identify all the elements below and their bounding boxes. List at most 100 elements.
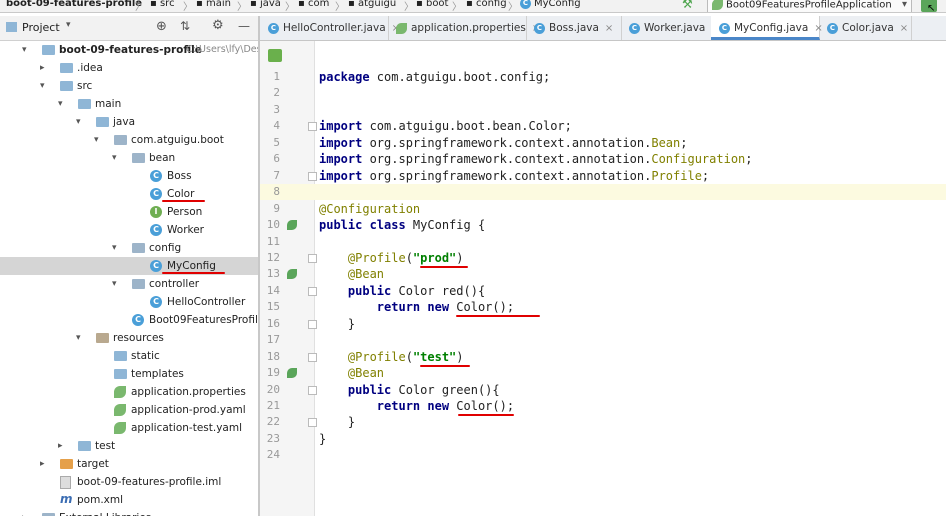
chevron-down-icon[interactable]: ▾ — [76, 113, 81, 131]
code-line[interactable]: 6 import org.springframework.context.anno… — [260, 151, 946, 167]
breadcrumb-java[interactable]: ▪ java — [250, 0, 281, 11]
code-line[interactable]: 14 public Color red(){ — [260, 283, 946, 299]
spring-bean-gutter-icon[interactable] — [287, 220, 297, 231]
tree-item[interactable]: ▸ .idea — [0, 59, 258, 77]
tree-item[interactable]: m pom.xml — [0, 491, 258, 509]
tree-item[interactable]: C Boot09FeaturesProfileAppl — [0, 311, 258, 329]
run-configuration-select[interactable]: Boot09FeaturesProfileApplication ▾ — [707, 0, 912, 12]
collapse-all-icon[interactable]: ⇅ — [180, 19, 190, 33]
tree-item[interactable]: application.properties — [0, 383, 258, 401]
code-editor[interactable]: 1 package com.atguigu.boot.config; 2 3 4 impo… — [260, 41, 946, 516]
code-line[interactable]: 15 return new Color(); — [260, 299, 946, 315]
editor-tab[interactable]: C Boss.java × — [526, 16, 622, 40]
fold-marker-icon[interactable] — [308, 352, 317, 362]
breadcrumb-myconfig[interactable]: C MyConfig — [520, 0, 581, 11]
editor-tab[interactable]: CWorker.java× — [621, 16, 720, 40]
code-line[interactable]: 11 — [260, 234, 946, 250]
breadcrumb-main[interactable]: ▪ main — [196, 0, 231, 11]
code-line[interactable]: 12 @Profile("prod") — [260, 250, 946, 266]
chevron-down-icon[interactable]: ▾ — [94, 131, 99, 149]
tree-item[interactable]: ▸ External Libraries — [0, 509, 258, 516]
build-hammer-icon[interactable]: ⚒ — [682, 0, 693, 11]
fold-marker-icon[interactable] — [308, 418, 317, 428]
breadcrumb-atguigu[interactable]: ▪ atguigu — [348, 0, 396, 11]
code-line[interactable]: 10 public class MyConfig { — [260, 217, 946, 233]
code-line[interactable]: 20 public Color green(){ — [260, 382, 946, 398]
fold-marker-icon[interactable] — [308, 253, 317, 263]
tree-item[interactable]: ▾ java — [0, 113, 258, 131]
fold-marker-icon[interactable] — [308, 385, 317, 395]
chevron-down-icon[interactable]: ▾ — [76, 329, 81, 347]
gear-icon[interactable]: ⚙ — [212, 18, 224, 33]
spring-bean-gutter-icon[interactable] — [287, 269, 297, 280]
project-view-title[interactable]: Project — [22, 21, 60, 34]
code-line[interactable]: 5 import org.springframework.context.anno… — [260, 135, 946, 151]
tree-item[interactable]: ▾ controller — [0, 275, 258, 293]
tree-item[interactable]: ▾ bean — [0, 149, 258, 167]
chevron-down-icon[interactable]: ▾ — [66, 20, 71, 30]
chevron-right-icon[interactable]: ▸ — [40, 59, 45, 77]
tree-item[interactable]: application-test.yaml — [0, 419, 258, 437]
tree-item[interactable]: ▾ boot-09-features-profile C:\Users\lfy\De… — [0, 41, 258, 59]
chevron-right-icon[interactable]: ▸ — [40, 455, 45, 473]
tree-item[interactable]: ▾ resources — [0, 329, 258, 347]
code-line[interactable]: 4 import com.atguigu.boot.bean.Color; — [260, 118, 946, 134]
tree-item[interactable]: ▾ config — [0, 239, 258, 257]
spring-bean-gutter-icon[interactable] — [287, 368, 297, 379]
breadcrumb-config[interactable]: ▪ config — [466, 0, 507, 11]
code-line[interactable]: 24 — [260, 447, 946, 463]
tree-item[interactable]: ▾ com.atguigu.boot — [0, 131, 258, 149]
code-line[interactable]: 22 } — [260, 414, 946, 430]
minimize-icon[interactable]: — — [238, 19, 250, 33]
tree-item[interactable]: ▸ target — [0, 455, 258, 473]
code-line[interactable]: 18 @Profile("test") — [260, 349, 946, 365]
chevron-down-icon[interactable]: ▾ — [112, 149, 117, 167]
code-line[interactable]: 2 — [260, 85, 946, 101]
editor-tab[interactable]: C Color.java × — [819, 16, 912, 40]
tree-item[interactable]: application-prod.yaml — [0, 401, 258, 419]
tree-item[interactable]: ▾ src — [0, 77, 258, 95]
tree-item[interactable]: static — [0, 347, 258, 365]
breadcrumb-project[interactable]: boot-09-features-profile — [6, 0, 142, 11]
close-icon[interactable]: × — [605, 23, 613, 34]
chevron-right-icon[interactable]: ▸ — [58, 437, 63, 455]
code-line[interactable]: 7 import org.springframework.context.anno… — [260, 168, 946, 184]
editor-tab[interactable]: C MyConfig.java × — [711, 16, 823, 40]
chevron-down-icon[interactable]: ▾ — [40, 77, 45, 95]
code-line[interactable]: 1 package com.atguigu.boot.config; — [260, 69, 946, 85]
tree-item[interactable]: C Color — [0, 185, 258, 203]
chevron-down-icon[interactable]: ▾ — [112, 239, 117, 257]
code-line[interactable]: 23} — [260, 431, 946, 447]
code-line[interactable]: 13 @Bean — [260, 266, 946, 282]
tree-item[interactable]: C HelloController — [0, 293, 258, 311]
locate-target-icon[interactable]: ⊕ — [156, 19, 167, 34]
tree-item[interactable]: ▾ main — [0, 95, 258, 113]
chevron-right-icon[interactable]: ▸ — [22, 509, 27, 516]
code-line[interactable]: 8 — [260, 184, 946, 201]
tree-item[interactable]: C Boss — [0, 167, 258, 185]
editor-tab[interactable]: application.properties× — [388, 16, 540, 40]
close-icon[interactable]: × — [900, 23, 908, 34]
intention-bulb-icon[interactable] — [268, 49, 282, 62]
code-line[interactable]: 16 } — [260, 316, 946, 332]
chevron-down-icon[interactable]: ▾ — [58, 95, 63, 113]
tree-item[interactable]: ▸ test — [0, 437, 258, 455]
tree-item[interactable]: I Person — [0, 203, 258, 221]
editor-tab[interactable]: CHelloController.java× — [260, 16, 400, 40]
breadcrumb-src[interactable]: ▪ src — [150, 0, 175, 11]
code-line[interactable]: 3 — [260, 102, 946, 118]
code-line[interactable]: 21 return new Color(); — [260, 398, 946, 414]
code-line[interactable]: 9 @Configuration — [260, 201, 946, 217]
breadcrumb-boot[interactable]: ▪ boot — [416, 0, 448, 11]
fold-marker-icon[interactable] — [308, 286, 317, 296]
code-line[interactable]: 19 @Bean — [260, 365, 946, 381]
tree-item[interactable]: templates — [0, 365, 258, 383]
tree-item[interactable]: C MyConfig — [0, 257, 258, 275]
fold-marker-icon[interactable] — [308, 319, 317, 329]
chevron-down-icon[interactable]: ▾ — [112, 275, 117, 293]
chevron-down-icon[interactable]: ▾ — [22, 41, 27, 59]
tree-item[interactable]: C Worker — [0, 221, 258, 239]
fold-marker-icon[interactable] — [308, 122, 317, 132]
breadcrumb-com[interactable]: ▪ com — [298, 0, 329, 11]
tree-item[interactable]: boot-09-features-profile.iml — [0, 473, 258, 491]
